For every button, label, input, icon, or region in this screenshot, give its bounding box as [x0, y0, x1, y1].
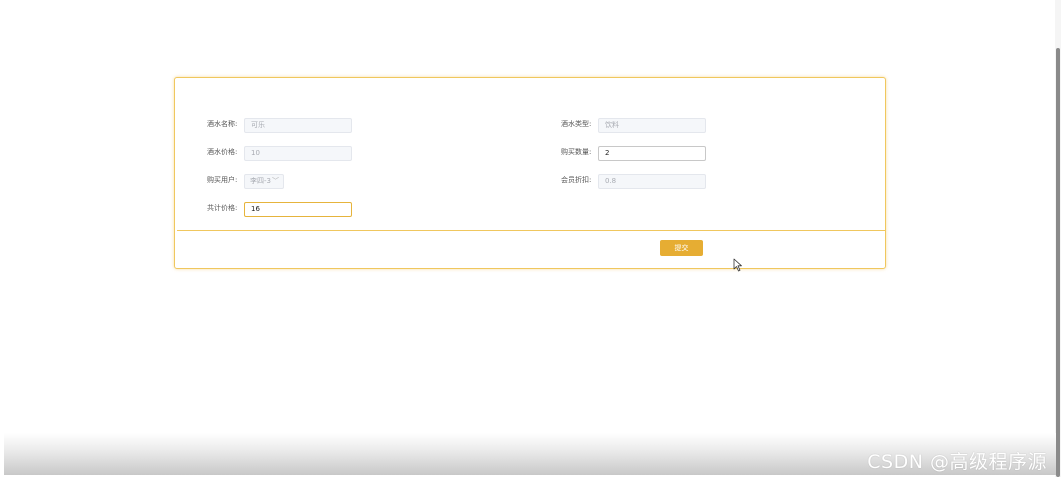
- member-discount-field: 0.8: [598, 174, 706, 189]
- drink-price-label: 酒水价格:: [207, 148, 238, 156]
- purchase-form-card: 酒水名称: 可乐 酒水类型: 饮料 酒水价格: 10 购买数量: 2 购买用户:…: [174, 77, 886, 269]
- vertical-scrollbar[interactable]: [1055, 0, 1061, 477]
- quantity-input[interactable]: 2: [598, 146, 706, 161]
- drink-type-field: 饮料: [598, 118, 706, 133]
- total-price-input[interactable]: 16: [244, 202, 352, 217]
- buyer-select-value: 李四-3: [250, 177, 271, 185]
- drink-price-field: 10: [244, 146, 352, 161]
- scrollbar-thumb[interactable]: [1056, 48, 1060, 477]
- buyer-label: 购买用户:: [207, 176, 238, 184]
- total-price-label: 共计价格:: [207, 204, 238, 212]
- form-divider: [177, 230, 885, 231]
- chevron-down-icon: ﹀: [272, 177, 279, 185]
- submit-button[interactable]: 提交: [660, 240, 703, 256]
- drink-name-label: 酒水名称:: [207, 120, 238, 128]
- quantity-label: 购买数量:: [561, 148, 592, 156]
- drink-type-label: 酒水类型:: [561, 120, 592, 128]
- member-discount-label: 会员折扣:: [561, 176, 592, 184]
- drink-name-field: 可乐: [244, 118, 352, 133]
- watermark-text: CSDN @高级程序源: [867, 451, 1047, 473]
- buyer-select[interactable]: 李四-3 ﹀: [244, 174, 284, 189]
- mouse-pointer-icon: [733, 258, 742, 272]
- page-viewport: 酒水名称: 可乐 酒水类型: 饮料 酒水价格: 10 购买数量: 2 购买用户:…: [0, 0, 1061, 477]
